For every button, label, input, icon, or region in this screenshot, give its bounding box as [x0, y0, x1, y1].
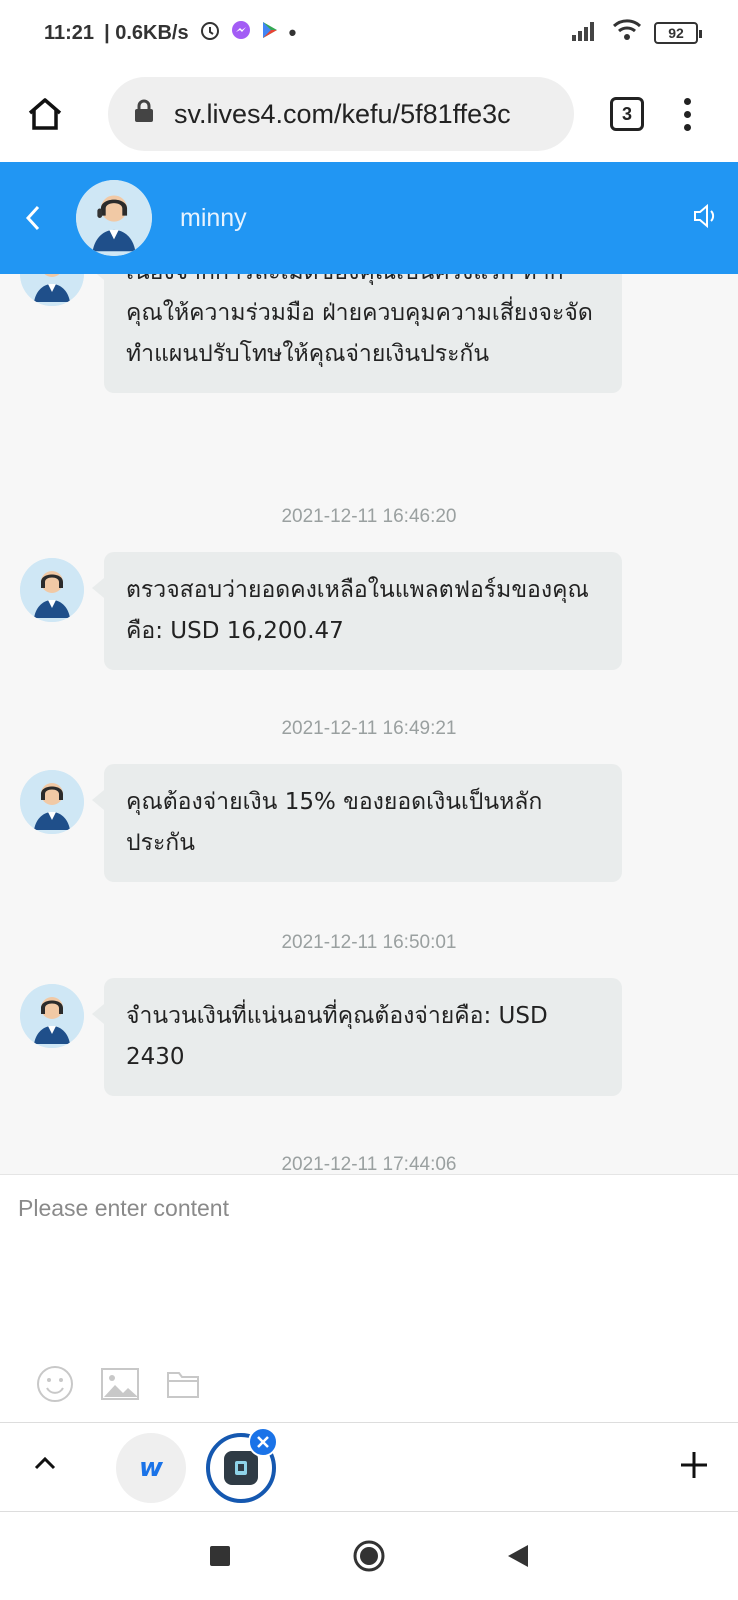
status-bar: 11:21 | 0.6KB/s • 92 — [0, 0, 738, 66]
play-store-icon — [261, 20, 279, 46]
message-timestamp: 2021-12-11 16:49:21 — [281, 718, 457, 739]
speaker-icon[interactable] — [692, 203, 720, 234]
back-button[interactable] — [0, 162, 66, 274]
close-icon[interactable] — [248, 1427, 278, 1457]
signal-icon — [570, 19, 600, 47]
home-nav-icon[interactable] — [352, 1539, 386, 1573]
recents-icon[interactable] — [208, 1544, 232, 1568]
message-input[interactable] — [18, 1195, 718, 1295]
message-bubble: เนื่องจากการละเมิดของคุณเป็นครั้งแรก หาก… — [92, 274, 622, 393]
agent-avatar — [20, 274, 84, 306]
message-timestamp: 2021-12-11 16:50:01 — [281, 932, 457, 953]
emoji-icon[interactable] — [36, 1365, 74, 1403]
browser-toolbar: sv.lives4.com/kefu/5f81ffe3c 3 — [0, 66, 738, 162]
url-text: sv.lives4.com/kefu/5f81ffe3c — [174, 98, 511, 129]
battery-icon: 92 — [654, 22, 702, 44]
agent-avatar — [76, 180, 152, 256]
network-speed: | 0.6KB/s — [104, 21, 189, 44]
chevron-up-icon[interactable] — [30, 1449, 60, 1484]
message-timestamp: 2021-12-11 16:46:20 — [281, 506, 457, 527]
app-bubble-w[interactable]: w — [116, 1433, 186, 1503]
tab-switcher-button[interactable]: 3 — [610, 97, 644, 131]
folder-icon[interactable] — [166, 1369, 200, 1399]
url-field[interactable]: sv.lives4.com/kefu/5f81ffe3c — [108, 77, 574, 151]
system-nav-bar — [0, 1512, 738, 1600]
dot-icon: • — [288, 20, 297, 45]
message-bubble: คุณต้องจ่ายเงิน 15% ของยอดเงินเป็นหลักปร… — [92, 764, 622, 882]
image-icon[interactable] — [100, 1367, 140, 1401]
wifi-icon — [612, 18, 642, 48]
bubble-bar: w — [0, 1422, 738, 1512]
home-icon[interactable] — [20, 89, 70, 139]
overflow-menu-icon[interactable] — [684, 97, 691, 131]
agent-avatar — [20, 558, 84, 622]
back-nav-icon[interactable] — [506, 1543, 530, 1569]
status-time: 11:21 — [44, 21, 95, 44]
message-bubble: จำนวนเงินที่แน่นอนที่คุณต้องจ่ายคือ: USD… — [92, 978, 622, 1096]
chat-header: minny — [0, 162, 738, 274]
lock-icon — [134, 99, 154, 130]
messenger-icon — [231, 20, 251, 46]
composer — [0, 1174, 738, 1422]
message-bubble: ตรวจสอบว่ายอดคงเหลือในแพลตฟอร์มของคุณคือ… — [92, 552, 622, 670]
alarm-icon — [199, 19, 221, 47]
agent-name: minny — [180, 203, 247, 232]
agent-avatar — [20, 770, 84, 834]
message-list[interactable]: เนื่องจากการละเมิดของคุณเป็นครั้งแรก หาก… — [0, 274, 738, 1174]
whispot-app-icon — [224, 1451, 258, 1485]
agent-avatar — [20, 984, 84, 1048]
plus-icon[interactable] — [678, 1449, 710, 1486]
message-timestamp: 2021-12-11 17:44:06 — [281, 1154, 457, 1174]
